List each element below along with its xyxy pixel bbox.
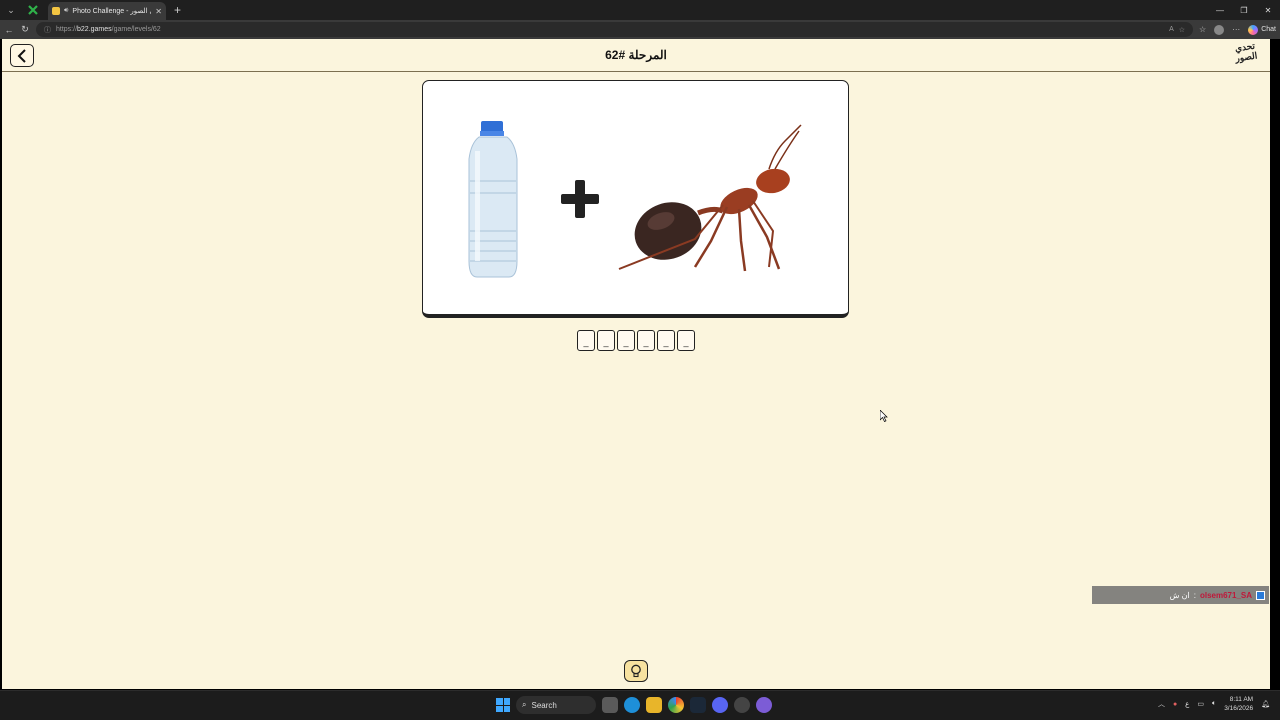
minimize-window-icon[interactable]: — bbox=[1208, 6, 1232, 15]
widgets-icon[interactable] bbox=[602, 697, 618, 713]
favorites-icon[interactable]: ☆ bbox=[1199, 25, 1206, 34]
plus-sign-icon bbox=[561, 180, 599, 218]
settings-gear-icon[interactable] bbox=[734, 697, 750, 713]
page-header: المرحلة #62 تحدي الصور bbox=[2, 39, 1270, 72]
site-info-icon[interactable]: ⓘ bbox=[44, 25, 51, 35]
taskbar-search-box[interactable]: ⌕ Search bbox=[516, 696, 596, 714]
url-prefix: https:// bbox=[56, 26, 78, 33]
tab-title: Photo Challenge - تحدي الصور bbox=[72, 8, 151, 15]
restore-window-icon[interactable]: ❐ bbox=[1232, 6, 1256, 15]
site-favicon-icon bbox=[52, 7, 60, 15]
app-icon[interactable] bbox=[756, 697, 772, 713]
url-domain: b22.games bbox=[77, 26, 112, 33]
water-bottle-image bbox=[468, 121, 518, 278]
game-page: المرحلة #62 تحدي الصور _ _ _ _ _ _ olsem… bbox=[2, 39, 1270, 689]
search-label: Search bbox=[531, 700, 557, 710]
browser-back-icon[interactable]: ← bbox=[4, 25, 14, 35]
tab-list-chevron-icon[interactable]: ⌄ bbox=[0, 0, 22, 20]
clock-time: 8:11 AM bbox=[1229, 696, 1254, 703]
profile-avatar-icon[interactable] bbox=[1214, 24, 1225, 35]
chrome-icon[interactable] bbox=[668, 697, 684, 713]
start-windows-icon[interactable] bbox=[496, 698, 510, 712]
more-menu-icon[interactable]: ··· bbox=[1232, 25, 1240, 34]
stream-chat-message: olsem671_SA : ان ش bbox=[1092, 586, 1269, 604]
url-field[interactable]: ⓘ https://b22.games/game/levels/62 A ☆ bbox=[36, 22, 1194, 37]
system-clock[interactable]: 8:11 AM 3/16/2026 bbox=[1224, 695, 1253, 713]
answer-slot[interactable]: _ bbox=[617, 330, 635, 351]
favorite-star-icon[interactable]: ☆ bbox=[1179, 26, 1185, 34]
copilot-chat-button[interactable]: Chat bbox=[1248, 24, 1276, 35]
clock-date: 3/16/2026 bbox=[1224, 705, 1254, 712]
microphone-icon[interactable]: ● bbox=[1173, 701, 1177, 708]
network-icon[interactable]: ▭ bbox=[1197, 700, 1204, 708]
chat-separator: : bbox=[1193, 590, 1196, 600]
chat-username: olsem671_SA bbox=[1199, 590, 1252, 600]
language-indicator-icon[interactable]: ع bbox=[1185, 700, 1189, 708]
edge-icon[interactable] bbox=[624, 697, 640, 713]
close-tab-icon[interactable]: ✕ bbox=[155, 7, 162, 16]
chat-label: Chat bbox=[1261, 26, 1276, 33]
notifications-bell-icon[interactable]: 🔔︎ bbox=[1261, 700, 1270, 708]
address-bar-row: ← ↻ ⓘ https://b22.games/game/levels/62 A… bbox=[0, 20, 1280, 39]
file-explorer-icon[interactable] bbox=[646, 697, 662, 713]
discord-icon[interactable] bbox=[712, 697, 728, 713]
answer-slot[interactable]: _ bbox=[577, 330, 595, 351]
browser-tab-active[interactable]: 🔊︎ Photo Challenge - تحدي الصور ✕ bbox=[48, 2, 166, 20]
new-tab-plus-icon[interactable]: + bbox=[174, 3, 181, 17]
chat-message-text: ان ش bbox=[1169, 590, 1190, 600]
tray-overflow-chevron-icon[interactable]: ︿ bbox=[1158, 699, 1165, 709]
volume-icon[interactable]: 🔈︎ bbox=[1212, 700, 1216, 708]
level-title: المرحلة #62 bbox=[605, 48, 667, 62]
answer-slot[interactable]: _ bbox=[677, 330, 695, 351]
steam-icon[interactable] bbox=[690, 697, 706, 713]
ant-image bbox=[618, 124, 802, 272]
read-aloud-icon[interactable]: A bbox=[1169, 26, 1174, 33]
lightbulb-icon bbox=[631, 664, 641, 678]
url-path: /game/levels/62 bbox=[111, 26, 161, 33]
game-logo[interactable]: تحدي الصور bbox=[1230, 41, 1261, 69]
answer-slot[interactable]: _ bbox=[657, 330, 675, 351]
copilot-icon bbox=[1248, 24, 1259, 35]
close-window-icon[interactable]: ✕ bbox=[1256, 6, 1280, 15]
answer-slots: _ _ _ _ _ _ bbox=[577, 330, 695, 351]
taskbar: ⌕ Search ︿ ● ع ▭ 🔈︎ 8:11 AM 3/16/2026 🔔︎ bbox=[0, 690, 1280, 720]
speaker-icon[interactable]: 🔊︎ bbox=[64, 7, 68, 15]
browser-tab-bar: ⌄ 🔊︎ Photo Challenge - تحدي الصور ✕ + — … bbox=[0, 0, 1280, 20]
puzzle-image-card bbox=[422, 80, 849, 318]
mouse-cursor-icon bbox=[880, 410, 888, 422]
search-icon: ⌕ bbox=[522, 700, 527, 709]
hint-button[interactable] bbox=[624, 660, 648, 682]
pinned-tab-xbox[interactable] bbox=[22, 0, 44, 20]
chat-user-badge-icon bbox=[1256, 590, 1265, 600]
reload-icon[interactable]: ↻ bbox=[20, 24, 30, 35]
answer-slot[interactable]: _ bbox=[597, 330, 615, 351]
answer-slot[interactable]: _ bbox=[637, 330, 655, 351]
